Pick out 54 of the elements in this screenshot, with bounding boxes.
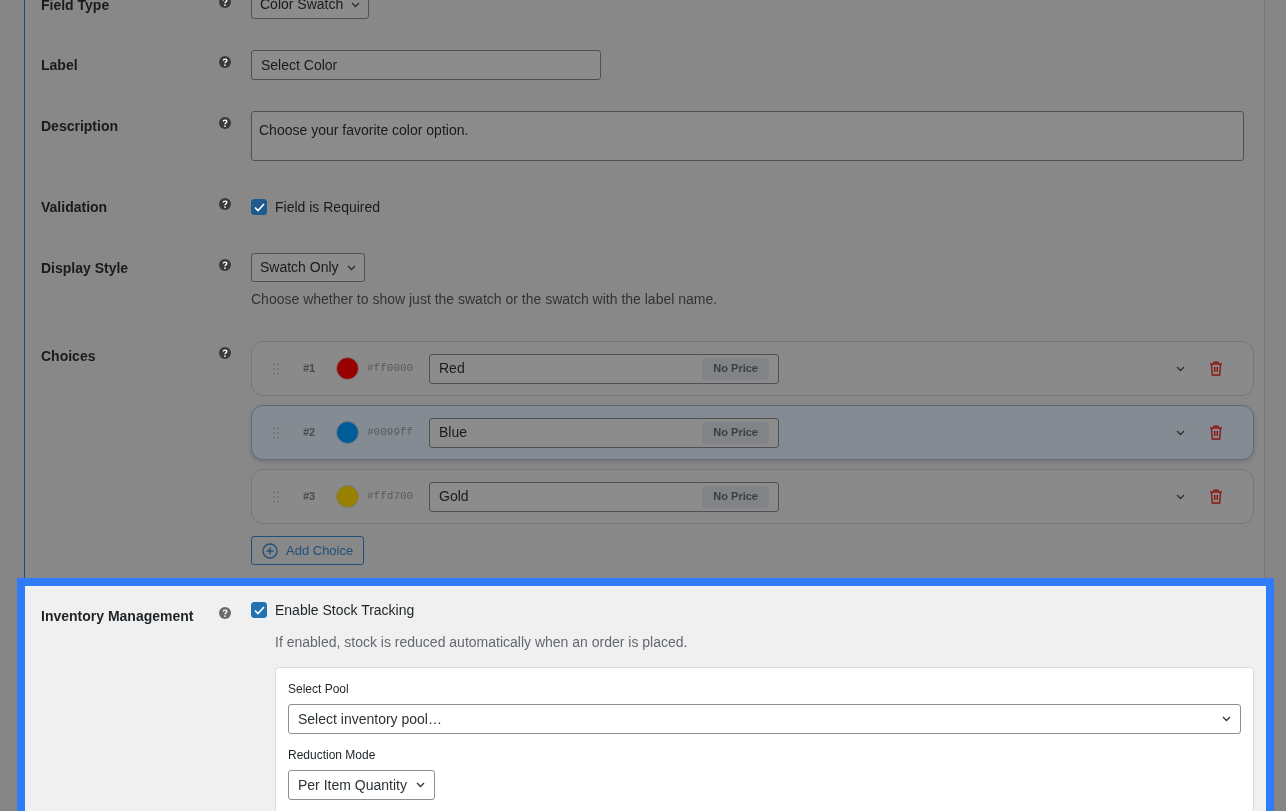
choice-number: #3 (303, 489, 317, 505)
chevron-icon[interactable] (1176, 365, 1185, 372)
field-label: Validation (41, 198, 108, 217)
help-text: If enabled, stock is reduced automatically when an order is placed. (275, 633, 689, 652)
field-label: Description (41, 117, 118, 136)
chevron-icon (1222, 716, 1231, 722)
checkbox-label: Enable Stock Tracking (275, 600, 415, 620)
chevron-icon (346, 264, 356, 271)
input-field[interactable]: Blue No Price (429, 417, 779, 448)
hex-code: #0099ff (367, 425, 415, 441)
choice-name: Gold (439, 487, 469, 506)
price-badge: No Price (702, 357, 769, 380)
text-area[interactable]: Choose your favorite color option. (251, 111, 1244, 161)
plus-circle-icon (262, 542, 278, 559)
help-icon[interactable] (219, 198, 231, 210)
price-badge: No Price (702, 485, 769, 508)
trash-icon[interactable] (1209, 425, 1223, 440)
trash-icon[interactable] (1209, 489, 1223, 504)
trash-icon[interactable] (1209, 361, 1223, 376)
help-text: Choose whether to show just the swatch or the swatch with the label name. (251, 290, 719, 309)
help-icon[interactable] (219, 259, 231, 271)
field-label: Display Style (41, 259, 129, 278)
color-swatch[interactable] (336, 357, 359, 380)
checkbox[interactable] (251, 199, 267, 215)
help-icon[interactable] (219, 607, 231, 619)
input-field[interactable]: Select Color (251, 50, 601, 80)
help-icon[interactable] (219, 56, 231, 68)
chevron-icon[interactable] (1176, 493, 1185, 500)
help-icon[interactable] (219, 117, 231, 129)
checkbox-label: Field is Required (275, 197, 381, 217)
input-field[interactable]: Red No Price (429, 353, 779, 384)
field-label: Label (41, 56, 78, 75)
chevron-icon (415, 782, 425, 788)
choice-number: #2 (303, 425, 317, 441)
field-label: Field Type (41, 0, 110, 15)
help-icon[interactable] (219, 347, 231, 359)
field-label: Inventory Management (41, 607, 194, 626)
select-dropdown[interactable]: Select inventory pool… (288, 704, 1241, 734)
chevron-icon[interactable] (1176, 429, 1185, 436)
checkbox[interactable] (251, 602, 267, 618)
chevron-icon (351, 1, 361, 8)
price-badge: No Price (702, 421, 769, 444)
input-field[interactable]: Gold No Price (429, 481, 779, 512)
choice-name: Red (439, 359, 465, 378)
drag-handle-icon[interactable] (273, 426, 279, 439)
select-dropdown[interactable]: Per Item Quantity (288, 770, 435, 800)
choice-number: #1 (303, 361, 317, 377)
select-dropdown[interactable]: Swatch Only (251, 253, 365, 282)
color-swatch[interactable] (336, 421, 359, 444)
color-swatch[interactable] (336, 485, 359, 508)
field-label: Choices (41, 347, 96, 366)
field-label: Reduction Mode (288, 747, 376, 764)
field-label: Select Pool (288, 681, 349, 698)
choice-name: Blue (439, 423, 468, 442)
